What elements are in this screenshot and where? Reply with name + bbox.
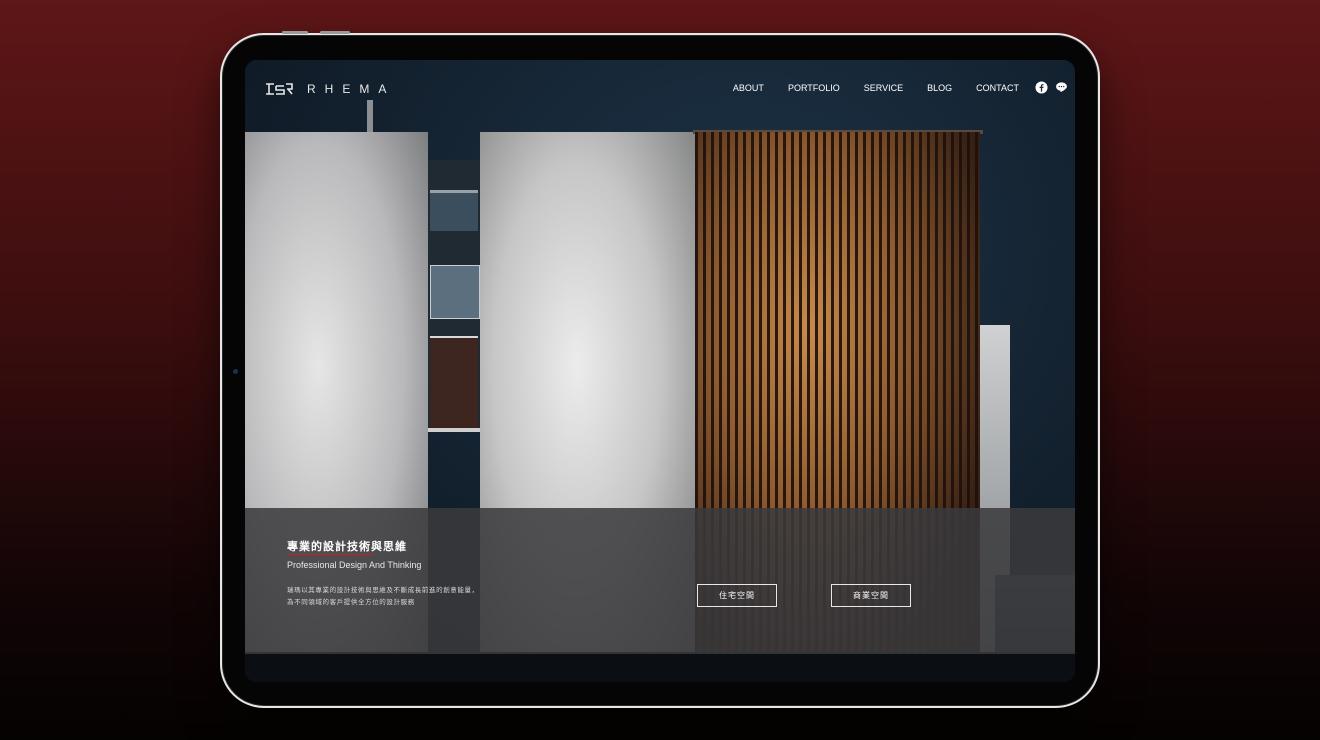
tablet-button [320, 31, 350, 34]
line-icon[interactable] [1055, 81, 1068, 94]
main-nav: ABOUT PORTFOLIO SERVICE BLOG CONTACT [733, 83, 1019, 93]
commercial-space-button[interactable]: 商業空間 [831, 584, 911, 607]
hero-photo-ground [245, 652, 1075, 682]
facebook-icon[interactable] [1035, 81, 1048, 94]
nav-item-contact[interactable]: CONTACT [976, 83, 1019, 93]
residential-space-button[interactable]: 住宅空間 [697, 584, 777, 607]
hero-description-line: 瑞瑪以其專業的設計技術與思維及不斷成長前進的創意能量， [287, 587, 479, 594]
hero-info-bar [245, 508, 1075, 654]
hero-description: 瑞瑪以其專業的設計技術與思維及不斷成長前進的創意能量， 為不同領域的客戶提供全方… [287, 585, 547, 609]
tablet-camera [233, 369, 238, 374]
hero-subtitle: Professional Design And Thinking [287, 560, 422, 570]
hero-title: 專業的設計技術與思維 [287, 541, 407, 553]
social-links [1035, 81, 1068, 94]
website-screen: 專業的設計技術與思維 Professional Design And Think… [245, 60, 1075, 682]
hero-title-underline [287, 554, 373, 555]
logo-mark-icon [266, 83, 293, 95]
brand-name: RHEMA [307, 82, 396, 96]
hero-photo-detail [367, 100, 373, 134]
nav-item-blog[interactable]: BLOG [927, 83, 952, 93]
tablet-button [282, 31, 308, 34]
nav-item-portfolio[interactable]: PORTFOLIO [788, 83, 840, 93]
site-logo[interactable]: RHEMA [265, 82, 395, 96]
nav-item-about[interactable]: ABOUT [733, 83, 764, 93]
hero-photo-window-slot [428, 160, 480, 432]
hero-description-line: 為不同領域的客戶提供全方位的設計服務 [287, 599, 415, 606]
nav-item-service[interactable]: SERVICE [864, 83, 903, 93]
